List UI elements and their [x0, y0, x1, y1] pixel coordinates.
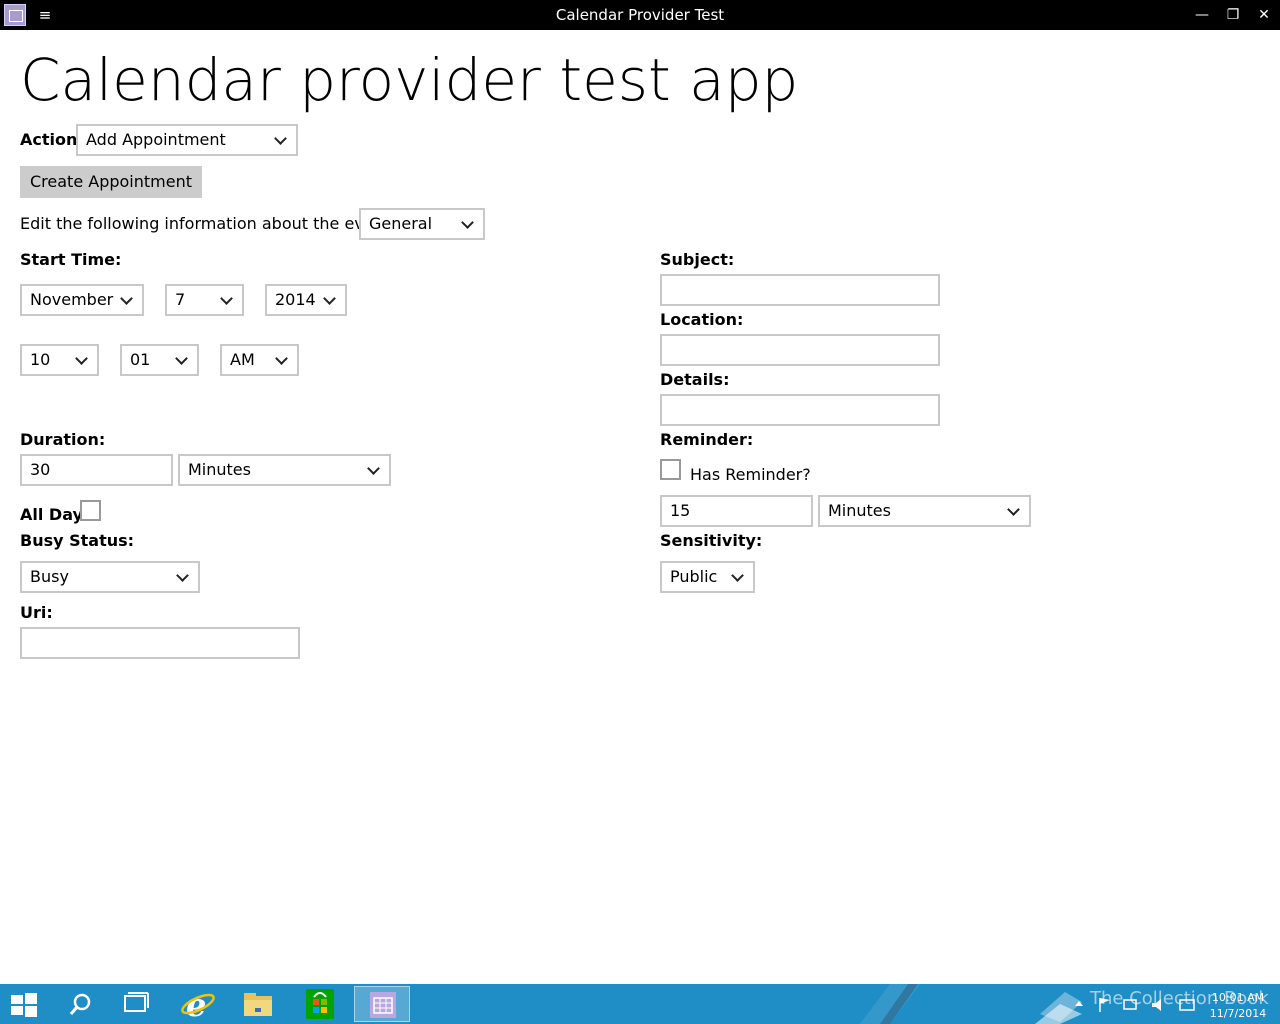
calendar-glyph	[370, 992, 396, 1018]
create-appointment-button[interactable]: Create Appointment	[20, 166, 202, 198]
chevron-down-icon	[367, 456, 381, 484]
action-select[interactable]: Add Appointment	[76, 124, 298, 156]
start-minute-select[interactable]: 01	[120, 344, 199, 376]
windows-start-icon[interactable]	[0, 986, 50, 1022]
taskbar-clock[interactable]: 10:01 AM 11/7/2014	[1208, 990, 1268, 1022]
volume-icon	[1152, 999, 1161, 1011]
reminder-unit-select[interactable]: Minutes	[818, 495, 1031, 527]
task-view-glyph	[124, 992, 149, 1012]
store-glyph	[306, 989, 334, 1019]
duration-input[interactable]: 30	[20, 454, 173, 486]
has-reminder-checkbox[interactable]	[660, 459, 681, 480]
start-ampm-select[interactable]: AM	[220, 344, 299, 376]
all-day-checkbox[interactable]	[80, 500, 101, 521]
folder-glyph	[244, 993, 272, 1016]
reminder-label: Reminder:	[660, 430, 754, 449]
chevron-down-icon	[275, 346, 289, 374]
chevron-down-icon	[175, 346, 189, 374]
clock-time: 10:01 AM	[1211, 991, 1265, 1004]
chevron-down-icon	[731, 563, 745, 591]
chevron-down-icon	[176, 563, 190, 591]
duration-label: Duration:	[20, 430, 106, 449]
calendar-app-taskbar-icon[interactable]	[354, 986, 410, 1022]
edit-info-label: Edit the following information about the…	[20, 214, 396, 233]
show-hidden-icons-icon	[1075, 1001, 1083, 1006]
reminder-value-input[interactable]: 15	[660, 495, 813, 527]
busy-status-label: Busy Status:	[20, 531, 135, 550]
svg-text:e: e	[186, 986, 206, 1022]
location-input[interactable]	[660, 334, 940, 366]
start-month-value: November	[30, 290, 114, 309]
maximize-button[interactable]: ❐	[1220, 4, 1246, 26]
has-reminder-label: Has Reminder?	[690, 465, 811, 484]
start-time-label: Start Time:	[20, 250, 122, 269]
event-category-value: General	[369, 214, 433, 233]
uri-input[interactable]	[20, 627, 300, 659]
chevron-down-icon	[461, 210, 475, 238]
start-ampm-value: AM	[230, 350, 255, 369]
close-button[interactable]: ✕	[1251, 4, 1277, 26]
clock-date: 11/7/2014	[1209, 1007, 1267, 1020]
start-month-select[interactable]: November	[20, 284, 144, 316]
minimize-button[interactable]: —	[1189, 4, 1215, 26]
network-icon	[1123, 999, 1137, 1010]
start-minute-value: 01	[130, 350, 151, 369]
action-select-value: Add Appointment	[86, 130, 226, 149]
start-year-value: 2014	[275, 290, 316, 309]
event-category-select[interactable]: General	[359, 208, 485, 240]
task-view-icon[interactable]	[108, 986, 164, 1022]
internet-explorer-icon[interactable]: e	[168, 986, 224, 1024]
ie-glyph: e	[181, 986, 215, 1024]
system-tray	[1075, 998, 1195, 1012]
start-hour-select[interactable]: 10	[20, 344, 99, 376]
window-title: Calendar Provider Test	[555, 6, 725, 24]
start-hour-value: 10	[30, 350, 51, 369]
chevron-down-icon	[75, 346, 89, 374]
windows-logo	[11, 993, 37, 1017]
uri-label: Uri:	[20, 603, 53, 622]
page-title: Calendar provider test app	[20, 46, 799, 114]
busy-status-value: Busy	[30, 567, 69, 586]
duration-unit-value: Minutes	[188, 460, 251, 479]
store-icon[interactable]	[292, 986, 348, 1022]
subject-input[interactable]	[660, 274, 940, 306]
details-label: Details:	[660, 370, 730, 389]
busy-status-select[interactable]: Busy	[20, 561, 200, 593]
file-explorer-icon[interactable]	[230, 986, 286, 1022]
chevron-down-icon	[323, 286, 337, 314]
all-day-label: All Day:	[20, 505, 90, 524]
sensitivity-label: Sensitivity:	[660, 531, 763, 550]
sensitivity-select[interactable]: Public	[660, 561, 755, 593]
location-label: Location:	[660, 310, 744, 329]
duration-unit-select[interactable]: Minutes	[178, 454, 391, 486]
keyboard-icon	[1179, 999, 1195, 1011]
sensitivity-value: Public	[670, 567, 718, 586]
subject-label: Subject:	[660, 250, 735, 269]
start-day-value: 7	[175, 290, 186, 309]
title-bar: ≡ Calendar Provider Test — ❐ ✕	[0, 0, 1280, 30]
chevron-down-icon	[1007, 497, 1021, 525]
action-label: Action:	[20, 130, 84, 149]
details-input[interactable]	[660, 394, 940, 426]
search-icon[interactable]	[52, 986, 108, 1022]
search-icon-glyph	[69, 993, 91, 1015]
reminder-unit-value: Minutes	[828, 501, 891, 520]
chevron-down-icon	[220, 286, 234, 314]
start-year-select[interactable]: 2014	[265, 284, 347, 316]
chevron-down-icon	[120, 286, 134, 314]
chevron-down-icon	[274, 126, 288, 154]
start-day-select[interactable]: 7	[165, 284, 244, 316]
